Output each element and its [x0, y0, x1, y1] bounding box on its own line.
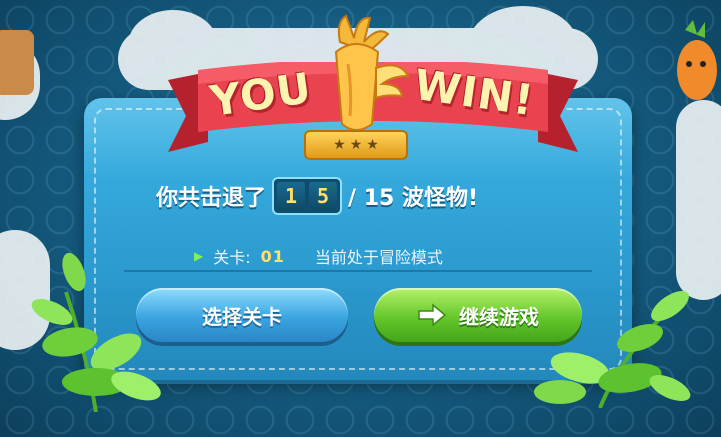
select-level-label: 选择关卡 — [202, 304, 282, 329]
three-stars-icon: ★ ★ ★ — [304, 130, 408, 160]
mode-text: 当前处于冒险模式 — [314, 248, 443, 267]
kill-summary: 你共击退了 1 5 / 15 波怪物! — [156, 177, 479, 215]
background-cloud — [676, 100, 721, 300]
leaves-decoration-icon — [534, 290, 691, 408]
panel-divider — [124, 270, 592, 272]
level-number: 01 — [260, 246, 285, 266]
kill-label: 你共击退了 — [156, 186, 267, 211]
play-arrow-icon: ▶ — [194, 249, 204, 263]
level-info: ▶ 关卡: 01 当前处于冒险模式 — [194, 244, 443, 268]
leaves-decoration-icon — [31, 252, 161, 412]
kill-digit: 5 — [309, 182, 338, 210]
level-label: 关卡: — [213, 248, 251, 267]
wave-total: / 15 波怪物! — [348, 186, 479, 211]
signpost-icon — [0, 30, 34, 95]
kill-digit: 1 — [277, 182, 306, 210]
carrot-character-icon — [677, 20, 717, 100]
arrow-right-icon — [418, 303, 447, 327]
kill-count: 1 5 — [272, 177, 343, 215]
